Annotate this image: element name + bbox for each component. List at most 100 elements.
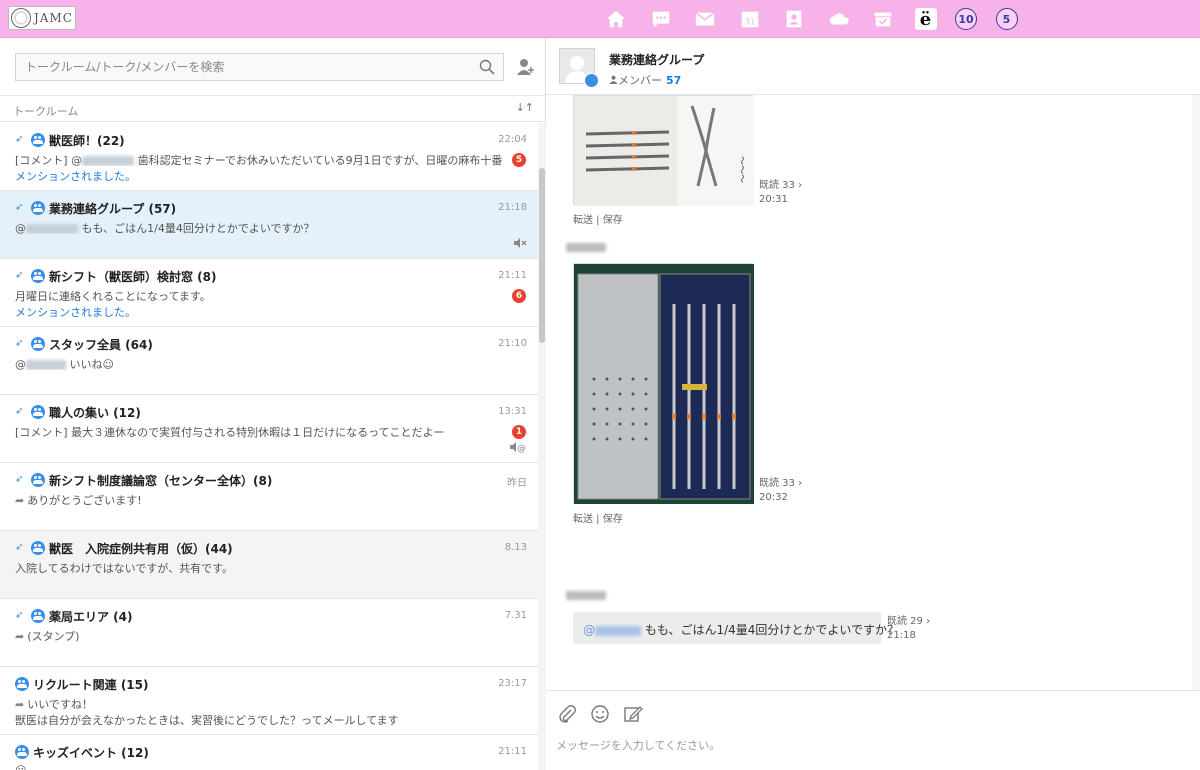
group-icon (31, 201, 45, 215)
room-list-header: トークルーム ↓↑ (0, 95, 546, 122)
room-title: 獣医師！(22) (49, 133, 125, 148)
app-10-icon[interactable]: 10 (955, 8, 977, 30)
inbox-icon[interactable] (870, 6, 896, 32)
room-preview: 月曜日に連絡くれることになってます。 (15, 290, 211, 302)
mention-notice: メンションされました。 (15, 170, 136, 182)
logo-seal-icon (11, 8, 31, 28)
attachment-icon[interactable] (556, 703, 578, 725)
room-time: 22:04 (498, 134, 527, 145)
room-time: 23:17 (498, 678, 527, 689)
room-preview: @ もも、ごはん1/4量4回分けとかでよいですか？ (15, 222, 315, 234)
message-actions: 転送 | 保存 (573, 215, 623, 226)
save-link[interactable]: 保存 (603, 215, 623, 226)
chat-panel: 業務連絡グループ メンバー 57 〜〜〜 既読 33 › 20:31 転送 | … (546, 38, 1200, 770)
group-icon (31, 405, 45, 419)
message-photo[interactable]: 〜〜〜 (573, 95, 754, 206)
logo-text: JAMC (34, 11, 73, 25)
mute-mention-icon: @ (509, 441, 527, 456)
message-meta: 既読 33 › 20:32 (759, 477, 802, 505)
pin-icon: ➶ (15, 610, 24, 621)
room-preview: 入院してるわけではないですが、共有です。 (15, 562, 234, 574)
blurred-name (595, 625, 641, 636)
blurred-name (26, 360, 66, 370)
room-preview-2: 獣医は自分が会えなかったときは、実習後にどうでした？ってメールしてます (15, 714, 399, 726)
contacts-icon[interactable] (781, 6, 807, 32)
room-preview: [コメント] 最大３連休なので実質付与される特別休暇は１日だけになるってことだよ… (15, 426, 445, 438)
room-list-scrollbar[interactable] (538, 123, 546, 770)
message-input[interactable] (556, 735, 1186, 755)
sender-name (566, 242, 606, 253)
room-item[interactable]: ➶ 獣医 入院症例共有用（仮）(44) 8.13 入院してるわけではないですが、共… (0, 531, 538, 599)
room-item[interactable]: ➶ 業務連絡グループ (57) 21:18 @ もも、ごはん1/4量4回分けとかで… (0, 191, 538, 259)
unread-badge: 5 (512, 153, 526, 167)
pin-icon: ➶ (15, 542, 24, 553)
jamc-logo[interactable]: JAMC (8, 6, 76, 30)
room-item[interactable]: ➶ 新シフト制度議論窓（センター全体）(8) 昨日 ➦ ありがとうございます! (0, 463, 538, 531)
person-icon (609, 75, 618, 84)
unread-badge: 1 (512, 425, 526, 439)
note-edit-icon[interactable] (622, 703, 644, 725)
room-preview: ➦ (スタンプ) (15, 630, 80, 642)
search-input[interactable] (16, 54, 503, 80)
sender-name (566, 590, 606, 601)
top-bar: JAMC 31 ë 10 5 (0, 0, 1200, 38)
room-item[interactable]: キッズイベント (12) 21:11 ☺ (0, 735, 538, 770)
save-link[interactable]: 保存 (603, 514, 623, 525)
room-preview: [コメント] @ 歯科認定セミナーでお休みいただいている9月1日ですが、日曜の麻… (15, 154, 503, 166)
svg-text:@: @ (517, 444, 526, 453)
room-title: 新シフト（獣医師）検討窓 (8) (49, 269, 217, 284)
message-time: 21:18 (887, 630, 916, 641)
message-photo[interactable] (573, 263, 754, 504)
sort-icon[interactable]: ↓↑ (516, 101, 534, 114)
forward-link[interactable]: 転送 (573, 215, 593, 226)
home-icon[interactable] (603, 6, 629, 32)
room-title: 職人の集い (12) (49, 405, 141, 420)
message-composer (546, 690, 1200, 770)
forward-link[interactable]: 転送 (573, 514, 593, 525)
cloud-icon[interactable] (826, 6, 852, 32)
message-time: 20:32 (759, 492, 788, 503)
search-icon[interactable] (479, 59, 495, 79)
room-item[interactable]: ➶ 新シフト（獣医師）検討窓 (8) 21:11 月曜日に連絡くれることになってま… (0, 259, 538, 327)
e-app-icon[interactable]: ë (914, 8, 937, 30)
read-count[interactable]: 既読 33 › (759, 477, 802, 491)
room-item[interactable]: ➶ スタッフ全員 (64) 21:10 @ いいね☺ (0, 327, 538, 395)
reply-arrow-icon: ➦ (15, 630, 25, 642)
room-title: リクルート関連 (15) (33, 677, 149, 692)
message-bubble[interactable]: @ もも、ごはん1/4量4回分けとかでよいですか？ (573, 612, 899, 644)
group-icon (15, 677, 29, 691)
room-time: 13:31 (498, 406, 527, 417)
search-box (15, 53, 504, 81)
room-item[interactable]: ➶ 獣医師！(22) 22:04 [コメント] @ 歯科認定セミナーでお休みいただ… (0, 123, 538, 191)
read-count[interactable]: 既読 29 › (887, 615, 930, 629)
calendar-icon[interactable]: 31 (737, 6, 763, 32)
message-actions: 転送 | 保存 (573, 514, 623, 525)
room-item[interactable]: リクルート関連 (15) 23:17 ➦ いいですね！ 獣医は自分が会えなかったと… (0, 667, 538, 735)
pin-icon: ➶ (15, 406, 24, 417)
message-scrollbar[interactable] (1192, 95, 1200, 690)
emoji-icon[interactable] (589, 703, 611, 725)
app-nav: 31 ë 10 5 (603, 6, 1036, 32)
room-title: 業務連絡グループ (57) (49, 201, 177, 216)
composer-tools (556, 703, 644, 725)
mail-icon[interactable] (692, 6, 718, 32)
chat-icon[interactable] (648, 6, 674, 32)
group-icon (31, 541, 45, 555)
app-5-icon[interactable]: 5 (995, 8, 1018, 30)
room-item[interactable]: ➶ 薬局エリア (4) 7.31 ➦ (スタンプ) (0, 599, 538, 667)
room-title: キッズイベント (12) (33, 745, 149, 760)
read-count[interactable]: 既読 33 › (759, 179, 802, 193)
room-item[interactable]: ➶ 職人の集い (12) 13:31 [コメント] 最大３連休なので実質付与される… (0, 395, 538, 463)
pin-icon: ➶ (15, 134, 24, 145)
group-icon (584, 73, 599, 88)
room-avatar[interactable] (559, 48, 599, 88)
member-count[interactable]: メンバー 57 (609, 72, 681, 88)
add-member-icon[interactable] (516, 57, 536, 81)
message-time: 20:31 (759, 194, 788, 205)
chat-header: 業務連絡グループ メンバー 57 (546, 38, 1200, 95)
room-preview: ➦ いいですね！ (15, 698, 93, 710)
scroll-thumb[interactable] (539, 168, 545, 343)
room-time: 21:10 (498, 338, 527, 349)
room-preview: ➦ ありがとうございます! (15, 494, 142, 506)
group-icon (31, 473, 45, 487)
